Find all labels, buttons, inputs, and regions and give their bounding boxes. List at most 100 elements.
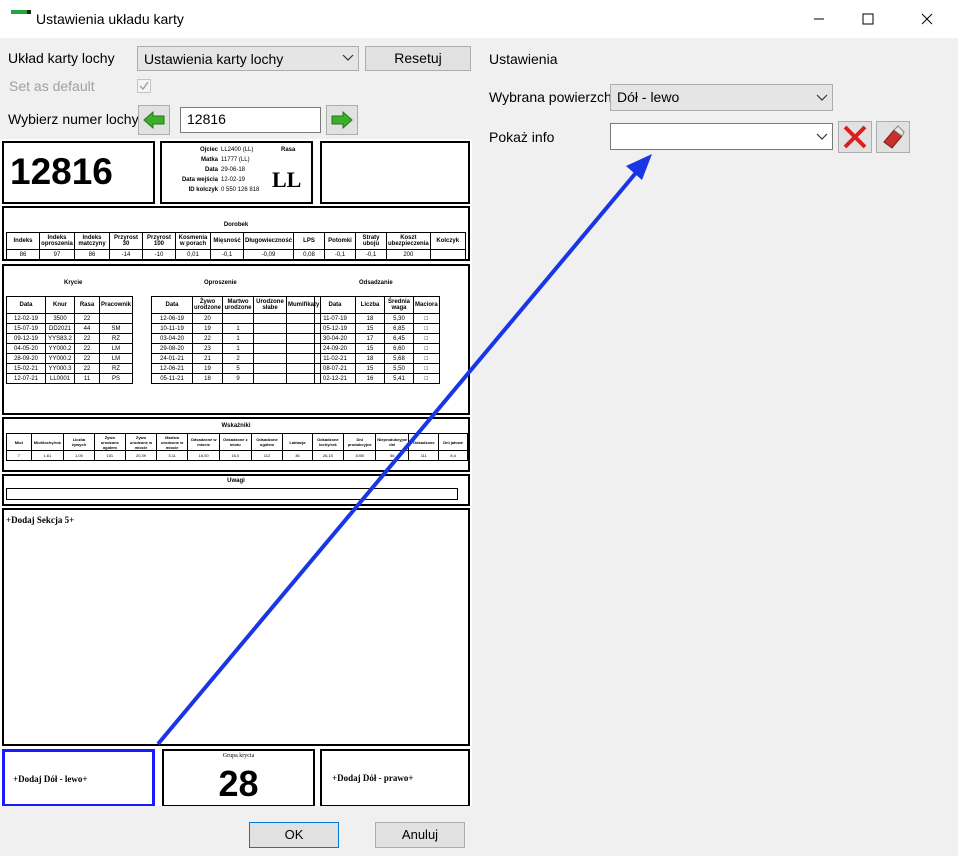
notes-field — [6, 488, 458, 500]
table-header: Knur — [45, 296, 75, 314]
window-title: Ustawienia układu karty — [36, 11, 184, 27]
table-row: 28-09-20 YY000.2 22 LM — [6, 353, 134, 364]
layout-combo[interactable]: Ustawienia karty lochy — [137, 46, 359, 71]
table-header: Żywo urodzone ogółem — [93, 433, 126, 451]
card-preview: 12816 Ojciec LL2400 (LL) Matka 11777 (LL) Da… — [0, 139, 472, 806]
table-header: Odsadzone lochy/rok — [311, 433, 345, 451]
table-row: 15-07-19 DD2021 44 SM — [6, 323, 134, 334]
table-header: Straty uboju — [355, 232, 388, 250]
title-bar: Ustawienia układu karty — [0, 0, 958, 38]
table-row: 12-06-21 19 5 — [151, 363, 322, 374]
table-row: 30-04-20 17 6,45 □ — [314, 333, 440, 344]
indicators-section[interactable]: Wskaźniki Miot Miot/lochy/rok Liczba żywyc… — [2, 417, 470, 472]
table-header: Data — [314, 296, 356, 314]
table-header: Maciora — [413, 296, 440, 314]
previous-sow-button[interactable] — [138, 105, 170, 135]
notes-section[interactable]: Uwagi — [2, 474, 470, 506]
table-row: 05-12-19 15 6,85 □ — [314, 323, 440, 334]
table-row: 03-04-20 22 1 — [151, 333, 322, 344]
maximize-button[interactable] — [845, 0, 891, 38]
add-bottom-left-label: +Dodaj Dół - lewo+ — [13, 774, 88, 784]
table-header: Indeks oproszenia — [39, 232, 75, 250]
oproszenie-table: Data Żywo urodzone Martwo urodzone Urodzone… — [151, 296, 322, 384]
table-header: Odsadzone ogółem — [250, 433, 284, 451]
meta-row: Matka 11777 (LL) — [200, 157, 250, 163]
stats-table: Indeks Indeks oproszenia Indeks matczyny Pr… — [6, 232, 466, 260]
maximize-icon — [862, 13, 874, 25]
layout-combo-value: Ustawienia karty lochy — [144, 51, 284, 67]
table-row: 15-02-21 YY000.3 22 RZ — [6, 363, 134, 374]
sow-number-big: 12816 — [10, 151, 113, 192]
odsadzanie-table: Data Liczba Średnia waga Maciora 11-07-19 18 5… — [314, 296, 440, 384]
surface-label: Wybrana powierzchn — [489, 89, 610, 105]
minimize-icon — [814, 18, 824, 20]
bottom-left-section[interactable]: +Dodaj Dół - lewo+ — [2, 749, 155, 806]
table-row: 10-11-19 19 1 — [151, 323, 322, 334]
close-button[interactable] — [904, 0, 950, 38]
wskazniki-title: Wskaźniki — [221, 423, 251, 429]
sow-info-section[interactable]: Ojciec LL2400 (LL) Matka 11777 (LL) Data 29-0… — [160, 141, 313, 204]
top-right-section[interactable] — [320, 141, 470, 204]
oproszenie-title: Oproszenie — [204, 280, 237, 286]
surface-combo[interactable]: Dół - lewo — [610, 84, 833, 111]
table-header: Odsadzone — [408, 433, 440, 451]
arrow-right-icon — [331, 111, 353, 129]
table-header: Rasa — [74, 296, 100, 314]
reproduction-section[interactable]: Krycie Oproszenie Odsadzanie Data Knur Ras… — [2, 264, 470, 415]
delete-button[interactable] — [838, 121, 872, 153]
table-header: Średnia waga — [384, 296, 414, 314]
eraser-button[interactable] — [876, 121, 910, 153]
table-row: 7 1,61 1,00 101 20,39 3,11 16,00 16,0 112 36 26,15… — [6, 450, 468, 461]
chevron-down-icon — [342, 54, 354, 61]
sow-number-input[interactable]: 12816 — [180, 107, 321, 133]
minimize-button[interactable] — [796, 0, 842, 38]
table-header: Odsadzone z miotu — [218, 433, 252, 451]
table-header: Miot — [6, 433, 32, 451]
surface-combo-value: Dół - lewo — [617, 89, 680, 105]
stats-title: Dorobek — [223, 222, 249, 228]
bottom-right-section[interactable]: +Dodaj Dół - prawo+ — [320, 749, 470, 806]
table-header: Koszt ubezpieczenia — [386, 232, 431, 250]
cancel-button[interactable]: Anuluj — [375, 822, 465, 848]
table-header: Długowieczność — [242, 232, 295, 250]
meta-row: ID kolczyk 0 550 126 818 — [188, 187, 260, 193]
race-value: LL — [272, 167, 302, 192]
red-x-icon — [843, 125, 867, 149]
stats-section[interactable]: Dorobek Indeks Indeks oproszenia Indeks ma… — [2, 206, 470, 261]
table-header: Żywo urodzone w miocie — [124, 433, 158, 451]
group-section[interactable]: Grupa krycia 28 — [162, 749, 315, 806]
next-sow-button[interactable] — [326, 105, 358, 135]
default-checkbox[interactable] — [137, 79, 151, 93]
table-row: 29-08-20 23 1 — [151, 343, 322, 354]
table-row: 04-05-20 YY000.2 22 LM — [6, 343, 134, 354]
meta-row: Data wejścia 12-02-19 — [181, 177, 246, 183]
table-row: 24-09-20 15 6,60 □ — [314, 343, 440, 354]
info-combo[interactable] — [610, 123, 833, 150]
section-5[interactable]: +Dodaj Sekcja 5+ — [2, 508, 470, 746]
app-icon — [11, 10, 31, 24]
table-header: Laktacja — [282, 433, 313, 451]
table-header: Data — [6, 296, 46, 314]
table-header: Dni produkcyjne — [343, 433, 377, 451]
chevron-down-icon — [816, 94, 828, 101]
table-row: 05-11-21 18 9 — [151, 373, 322, 384]
table-row: 12-02-19 3500 22 — [6, 313, 134, 324]
table-header: Dni jałowe — [438, 433, 468, 451]
reset-button[interactable]: Resetuj — [365, 46, 471, 71]
table-row: 02-12-21 16 5,41 □ — [314, 373, 440, 384]
table-header: Martwo urodzone — [221, 296, 254, 314]
table-header: Indeks — [6, 232, 40, 250]
table-header: Przyrost 30 — [109, 232, 143, 250]
indicators-table: Miot Miot/lochy/rok Liczba żywych Żywo urod… — [6, 433, 468, 461]
race-label: Rasa — [281, 147, 296, 153]
sow-meta: Ojciec LL2400 (LL) Matka 11777 (LL) Data 29-0… — [170, 145, 270, 195]
table-header: Kosmenia w porach — [175, 232, 211, 250]
table-header: Mięsność — [210, 232, 244, 250]
table-row: 86 97 86 -14 -10 0,01 -0,1 -0,09 0,08 -0,1 -0,1 200 — [6, 249, 466, 260]
settings-heading: Ustawienia — [489, 51, 558, 67]
number-label: Wybierz numer lochy — [8, 111, 139, 127]
table-header: Indeks matczyny — [74, 232, 110, 250]
sow-number-section[interactable]: 12816 — [2, 141, 155, 204]
ok-button[interactable]: OK — [249, 822, 339, 848]
layout-label: Układ karty lochy — [8, 50, 115, 66]
